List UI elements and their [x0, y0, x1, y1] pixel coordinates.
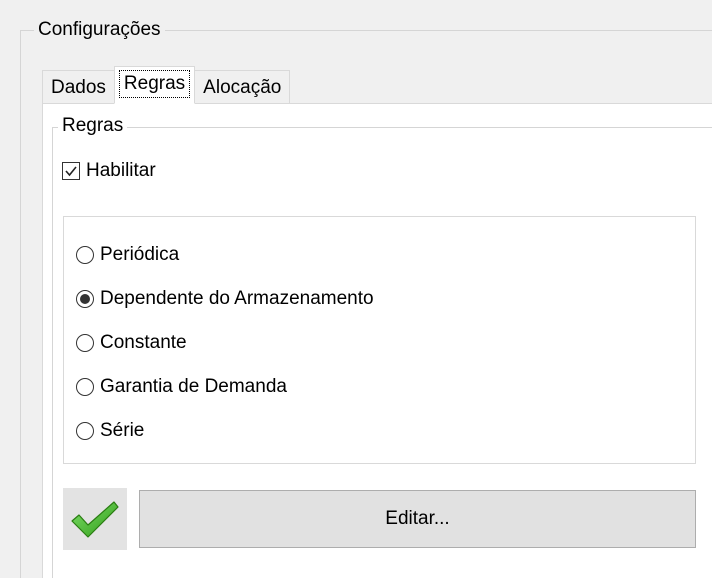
green-checkmark-icon [63, 488, 127, 550]
checkbox-checked-icon[interactable] [62, 162, 80, 180]
radio-periodica[interactable]: Periódica [76, 243, 179, 267]
radio-selected-icon[interactable] [76, 290, 94, 308]
tab-regras[interactable]: Regras [113, 66, 196, 104]
radio-serie-label: Série [100, 420, 145, 441]
radio-garantia-demanda-label: Garantia de Demanda [100, 376, 287, 397]
radio-unselected-icon[interactable] [76, 378, 94, 396]
enable-checkbox[interactable]: Habilitar [62, 160, 156, 182]
tab-dados-label: Dados [51, 77, 106, 98]
tab-alocacao[interactable]: Alocação [194, 70, 291, 104]
edit-button[interactable]: Editar... [139, 490, 696, 548]
tab-strip: Dados Regras Alocação [42, 66, 291, 104]
radio-garantia-demanda[interactable]: Garantia de Demanda [76, 375, 287, 399]
radio-constante[interactable]: Constante [76, 331, 187, 355]
radio-constante-label: Constante [100, 332, 187, 353]
enable-checkbox-label: Habilitar [86, 160, 156, 181]
radio-dependente-armazenamento[interactable]: Dependente do Armazenamento [76, 287, 374, 311]
radio-unselected-icon[interactable] [76, 422, 94, 440]
radio-serie[interactable]: Série [76, 419, 144, 443]
radio-unselected-icon[interactable] [76, 246, 94, 264]
radio-dependente-armazenamento-label: Dependente do Armazenamento [100, 288, 374, 309]
tab-regras-label: Regras [118, 70, 191, 98]
tab-alocacao-label: Alocação [203, 77, 282, 98]
rule-type-panel: Periódica Dependente do Armazenamento Co… [63, 216, 696, 464]
rules-group-title: Regras [58, 114, 128, 138]
settings-group-title: Configurações [34, 18, 165, 42]
radio-unselected-icon[interactable] [76, 334, 94, 352]
settings-window: Configurações Dados Regras Alocação Regr… [0, 0, 712, 578]
radio-periodica-label: Periódica [100, 244, 180, 265]
tab-dados[interactable]: Dados [42, 70, 115, 104]
radio-dot [80, 294, 90, 304]
